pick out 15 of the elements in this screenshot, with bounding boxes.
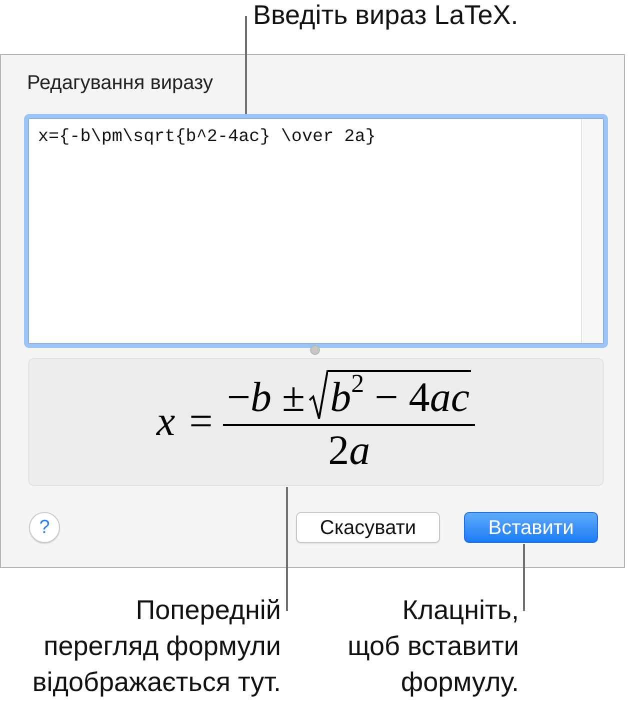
denominator-text: 2a xyxy=(328,427,370,474)
numerator-text: −b ± xyxy=(226,377,306,421)
dialog-title: Редагування виразу xyxy=(27,71,213,95)
cancel-button[interactable]: Скасувати xyxy=(296,512,440,543)
callout-text: Клацніть, щоб вставити формулу. xyxy=(346,594,519,699)
equals-sign: = xyxy=(189,401,213,443)
callout-text: Попередній перегляд формули відображається тут. xyxy=(31,594,281,699)
help-button[interactable]: ? xyxy=(29,512,60,543)
formula-variable: x xyxy=(156,401,176,443)
callout-text: Введіть вираз LaTeX. xyxy=(253,0,518,30)
latex-input-field[interactable]: x={-b\pm\sqrt{b^2-4ac} \over 2a} xyxy=(24,114,608,348)
resize-handle[interactable] xyxy=(310,345,320,355)
square-root-sign-icon xyxy=(309,370,328,421)
callout-leader-line xyxy=(523,544,525,611)
radicand-text: b$^{2}$ − 4ac xyxy=(328,370,472,421)
